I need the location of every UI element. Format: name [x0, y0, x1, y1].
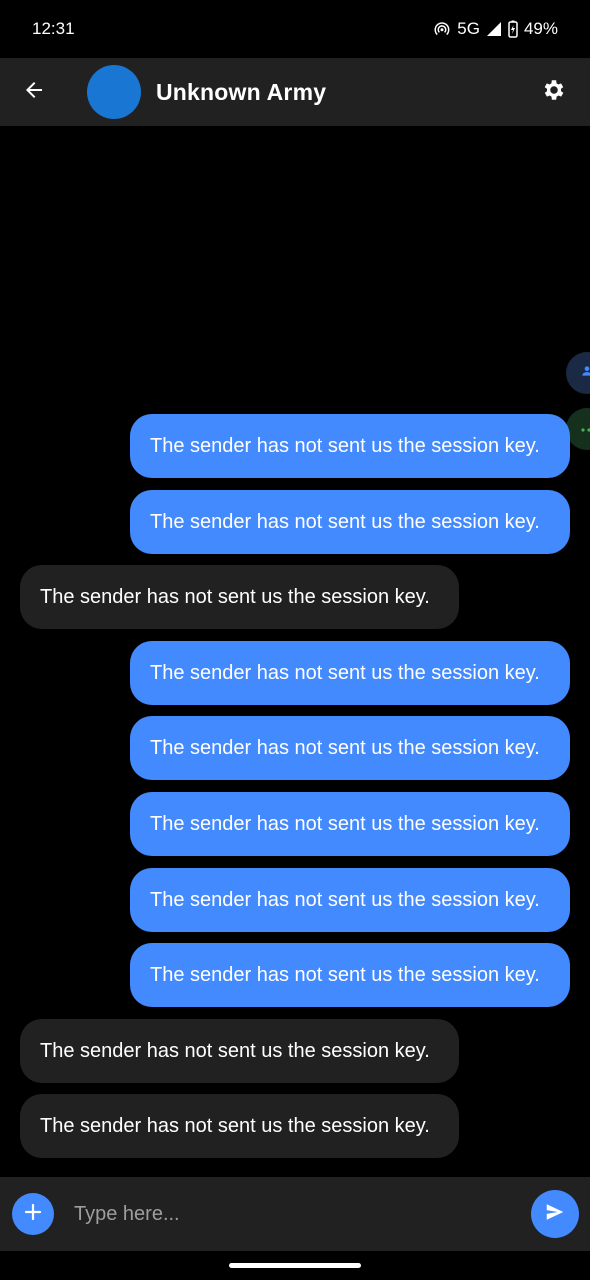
chat-screen: 12:31 5G 49% Unknown Army The sender has… [0, 0, 590, 1280]
battery-percent: 49% [523, 19, 558, 38]
avatar[interactable] [87, 65, 141, 119]
send-icon [544, 1201, 566, 1228]
contact-shortcut-bubble[interactable] [566, 352, 590, 394]
person-icon [580, 364, 590, 383]
message-list[interactable]: The sender has not sent us the session k… [0, 126, 590, 1176]
status-time: 12:31 [32, 19, 75, 38]
home-indicator[interactable] [229, 1263, 361, 1268]
status-bar: 12:31 5G 49% [0, 0, 590, 58]
attach-button[interactable] [12, 1193, 54, 1235]
signal-icon [486, 21, 502, 37]
outgoing-message[interactable]: The sender has not sent us the session k… [130, 414, 570, 478]
outgoing-message[interactable]: The sender has not sent us the session k… [130, 868, 570, 932]
hotspot-icon [433, 20, 451, 38]
outgoing-message[interactable]: The sender has not sent us the session k… [130, 716, 570, 780]
status-indicators: 5G 49% [433, 19, 558, 39]
network-type: 5G [457, 19, 480, 38]
message-input[interactable] [74, 1189, 531, 1239]
outgoing-message[interactable]: The sender has not sent us the session k… [130, 943, 570, 1007]
gear-icon [541, 77, 567, 108]
send-button[interactable] [531, 1190, 579, 1238]
battery-icon [508, 20, 518, 38]
settings-button[interactable] [526, 64, 582, 120]
outgoing-message[interactable]: The sender has not sent us the session k… [130, 792, 570, 856]
incoming-message[interactable]: The sender has not sent us the session k… [20, 1019, 459, 1083]
chat-header: Unknown Army [0, 58, 590, 126]
chat-title[interactable]: Unknown Army [156, 79, 526, 106]
incoming-message[interactable]: The sender has not sent us the session k… [20, 565, 459, 629]
back-arrow-icon [22, 78, 46, 107]
outgoing-message[interactable]: The sender has not sent us the session k… [130, 641, 570, 705]
back-button[interactable] [0, 58, 68, 126]
incoming-message[interactable]: The sender has not sent us the session k… [20, 1094, 459, 1158]
outgoing-message[interactable]: The sender has not sent us the session k… [130, 490, 570, 554]
message-composer [0, 1177, 590, 1251]
plus-icon [24, 1203, 42, 1226]
system-nav-bar [0, 1251, 590, 1280]
dots-icon [580, 420, 590, 438]
